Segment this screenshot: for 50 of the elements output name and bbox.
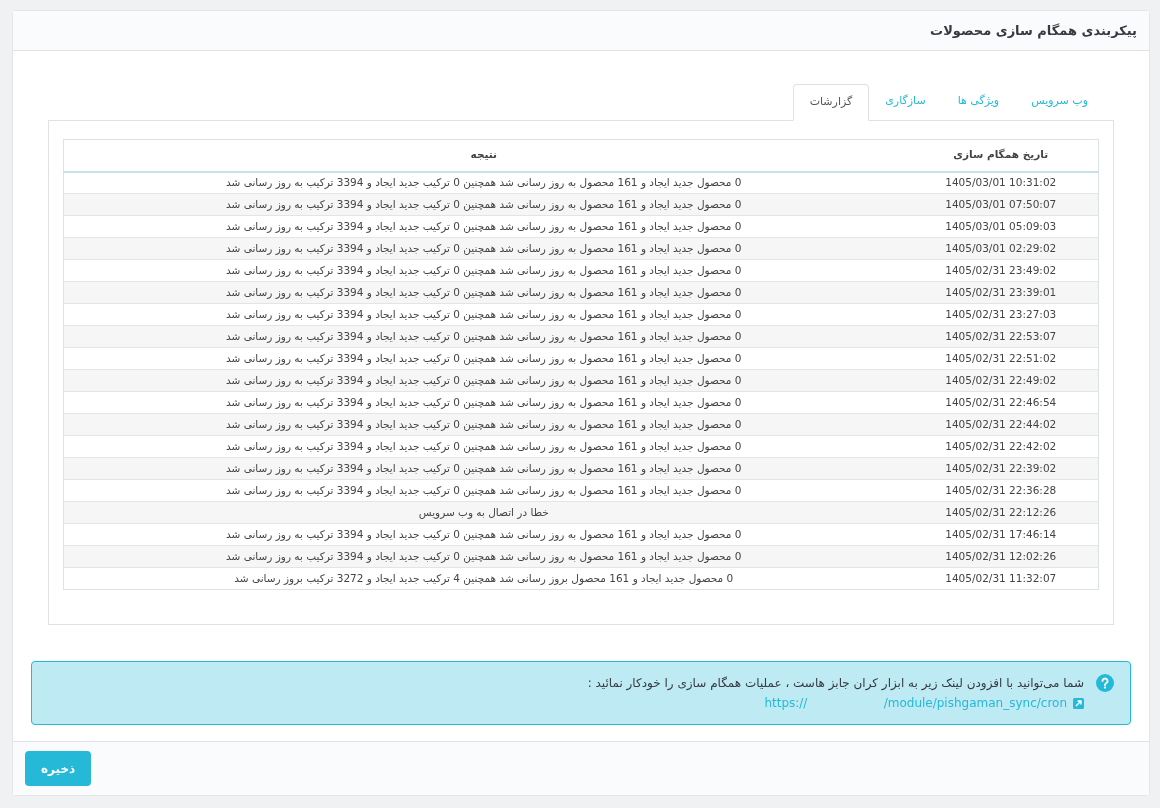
table-cell: 0 محصول جدید ایجاد و 161 محصول به روز رسانی شد همچنین 0 ترکیب جدید ایجاد و 3394 ترکیب به روز رسانی شد: [63, 171, 904, 194]
save-button[interactable]: ذخیره: [25, 751, 92, 786]
table-cell: 1405/03/01 02:29:02: [903, 237, 1099, 260]
table-cell: 1405/02/31 22:36:28: [903, 479, 1099, 502]
table-cell: 1405/02/31 23:27:03: [903, 303, 1099, 326]
table-cell: خطا در اتصال به وب سرویس: [63, 501, 904, 524]
table-cell: 1405/03/01 05:09:03: [903, 215, 1099, 238]
table-cell: 0 محصول جدید ایجاد و 161 محصول به روز رسانی شد همچنین 0 ترکیب جدید ایجاد و 3394 ترکیب به روز رسانی شد: [63, 237, 904, 260]
table-cell: 0 محصول جدید ایجاد و 161 محصول به روز رسانی شد همچنین 0 ترکیب جدید ایجاد و 3394 ترکیب به روز رسانی شد: [63, 391, 904, 414]
tab[interactable]: گزارشات: [792, 84, 870, 121]
table-cell: 0 محصول جدید ایجاد و 161 محصول به روز رسانی شد همچنین 0 ترکیب جدید ایجاد و 3394 ترکیب به روز رسانی شد: [63, 413, 904, 436]
column-header: نتیجه: [63, 139, 904, 172]
table-cell: 0 محصول جدید ایجاد و 161 محصول به روز رسانی شد همچنین 0 ترکیب جدید ایجاد و 3394 ترکیب به روز رسانی شد: [63, 369, 904, 392]
table-cell: 1405/02/31 23:39:01: [903, 281, 1099, 304]
table-cell: 1405/02/31 17:46:14: [903, 523, 1099, 546]
table-cell: 0 محصول جدید ایجاد و 161 محصول به روز رسانی شد همچنین 0 ترکیب جدید ایجاد و 3394 ترکیب به روز رسانی شد: [63, 325, 904, 348]
table-cell: 1405/02/31 22:46:54: [903, 391, 1099, 414]
table-cell: 1405/02/31 22:42:02: [903, 435, 1099, 458]
table-cell: 1405/02/31 22:12:26: [903, 501, 1099, 524]
cron-link[interactable]: https:// /module/pishgaman_sync/cron: [764, 694, 1067, 712]
help-icon: [1096, 674, 1114, 692]
tab[interactable]: سازگاری: [869, 83, 942, 120]
table-cell: 0 محصول جدید ایجاد و 161 محصول به روز رسانی شد همچنین 0 ترکیب جدید ایجاد و 3394 ترکیب به روز رسانی شد: [63, 281, 904, 304]
table-cell: 0 محصول جدید ایجاد و 161 محصول به روز رسانی شد همچنین 0 ترکیب جدید ایجاد و 3394 ترکیب به روز رسانی شد: [63, 523, 904, 546]
table-cell: 0 محصول جدید ایجاد و 161 محصول به روز رسانی شد همچنین 0 ترکیب جدید ایجاد و 3394 ترکیب به روز رسانی شد: [63, 303, 904, 326]
table-cell: 1405/02/31 23:49:02: [903, 259, 1099, 282]
tab[interactable]: وب سرویس: [1015, 83, 1104, 120]
table-cell: 0 محصول جدید ایجاد و 161 محصول به روز رسانی شد همچنین 0 ترکیب جدید ایجاد و 3394 ترکیب به روز رسانی شد: [63, 479, 904, 502]
table-cell: 0 محصول جدید ایجاد و 161 محصول به روز رسانی شد همچنین 0 ترکیب جدید ایجاد و 3394 ترکیب به روز رسانی شد: [63, 215, 904, 238]
table-cell: 1405/03/01 10:31:02: [903, 171, 1099, 194]
table-cell: 0 محصول جدید ایجاد و 161 محصول به روز رسانی شد همچنین 0 ترکیب جدید ایجاد و 3394 ترکیب به روز رسانی شد: [63, 435, 904, 458]
table-cell: 0 محصول جدید ایجاد و 161 محصول به روز رسانی شد همچنین 0 ترکیب جدید ایجاد و 3394 ترکیب به روز رسانی شد: [63, 347, 904, 370]
table-cell: 1405/02/31 12:02:26: [903, 545, 1099, 568]
table-cell: 0 محصول جدید ایجاد و 161 محصول به روز رسانی شد همچنین 0 ترکیب جدید ایجاد و 3394 ترکیب به روز رسانی شد: [63, 545, 904, 568]
table-cell: 1405/02/31 22:44:02: [903, 413, 1099, 436]
table-cell: 1405/02/31 22:51:02: [903, 347, 1099, 370]
table-cell: 0 محصول جدید ایجاد و 161 محصول به روز رسانی شد همچنین 0 ترکیب جدید ایجاد و 3394 ترکیب به روز رسانی شد: [63, 259, 904, 282]
table-cell: 0 محصول جدید ایجاد و 161 محصول بروز رسانی شد همچنین 4 ترکیب جدید ایجاد و 3272 ترکیب بروز رسانی شد: [63, 567, 904, 590]
alert-text: شما می‌توانید با افزودن لینک زیر به ابزار کران جابز هاست ، عملیات همگام سازی را خودکار نمائید :: [587, 675, 1084, 692]
table-cell: 0 محصول جدید ایجاد و 161 محصول به روز رسانی شد همچنین 0 ترکیب جدید ایجاد و 3394 ترکیب به روز رسانی شد: [63, 193, 904, 216]
panel-title: پیکربندی همگام سازی محصولات: [930, 21, 1137, 41]
table-cell: 1405/02/31 22:53:07: [903, 325, 1099, 348]
table-cell: 0 محصول جدید ایجاد و 161 محصول به روز رسانی شد همچنین 0 ترکیب جدید ایجاد و 3394 ترکیب به روز رسانی شد: [63, 457, 904, 480]
table-cell: 1405/02/31 11:32:07: [903, 567, 1099, 590]
table-cell: 1405/02/31 22:49:02: [903, 369, 1099, 392]
external-link-icon: [1073, 697, 1084, 709]
table-cell: 1405/03/01 07:50:07: [903, 193, 1099, 216]
table-cell: 1405/02/31 22:39:02: [903, 457, 1099, 480]
column-header: تاریخ همگام سازی: [903, 139, 1099, 172]
tab[interactable]: ویژگی ها: [941, 83, 1016, 120]
